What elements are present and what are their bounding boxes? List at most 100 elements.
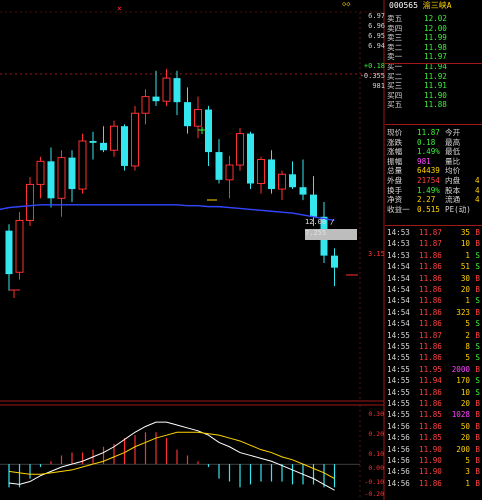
tick-volume: 2000 bbox=[451, 364, 470, 374]
tick-direction: B bbox=[475, 456, 480, 465]
candle-body-up bbox=[257, 158, 265, 185]
tick-volume: 3 bbox=[465, 467, 470, 477]
quote-label-2: 均价 bbox=[445, 166, 461, 176]
tick-direction: B bbox=[475, 410, 480, 420]
tick-volume: 30 bbox=[460, 273, 470, 283]
candle-body-up bbox=[162, 77, 171, 102]
tick-price: 11.95 bbox=[419, 364, 442, 374]
quote-label-2: 股本 bbox=[445, 185, 461, 195]
tick-time: 14:54 bbox=[387, 273, 410, 283]
tick-price: 11.86 bbox=[419, 319, 442, 329]
candle-body-down bbox=[89, 140, 97, 143]
tick-time: 14:56 bbox=[387, 444, 410, 454]
candle-body-up bbox=[278, 173, 286, 190]
tick-time: 14:54 bbox=[387, 285, 410, 294]
tick-row[interactable]: 14:55 11.86 8 S bbox=[387, 342, 482, 352]
osc-dif-line bbox=[8, 421, 335, 491]
order-book-price: 11.88 bbox=[424, 100, 447, 110]
order-book-row[interactable]: 卖四 12.00 bbox=[387, 24, 482, 34]
tick-row[interactable]: 14:56 11.86 1 B bbox=[387, 479, 482, 489]
ma-polyline bbox=[0, 204, 335, 222]
quote-label-2: 内盘 bbox=[445, 176, 461, 185]
candle-body-down bbox=[247, 133, 254, 184]
tick-price: 11.90 bbox=[419, 444, 442, 454]
price-scale-label: 981 bbox=[372, 82, 385, 90]
quote-label: 涨跌 bbox=[387, 137, 403, 147]
candle-body-down bbox=[121, 126, 128, 166]
tick-row[interactable]: 14:54 11.86 1 S bbox=[387, 296, 482, 306]
quote-value: 1.49% bbox=[417, 185, 440, 195]
tick-row[interactable]: 14:55 11.95 2000 B bbox=[387, 365, 482, 375]
candle-body-up bbox=[225, 164, 234, 181]
tick-volume: 20 bbox=[460, 433, 470, 443]
tick-price: 11.86 bbox=[419, 307, 442, 317]
tick-direction: B bbox=[475, 285, 480, 294]
tick-row[interactable]: 14:55 11.85 1028 B bbox=[387, 410, 482, 420]
tick-direction: B bbox=[475, 421, 480, 431]
order-book-price: 11.98 bbox=[424, 42, 447, 52]
tick-row[interactable]: 14:56 11.90 200 B bbox=[387, 445, 482, 455]
quote-label-2: 流通 bbox=[445, 195, 461, 205]
tick-row[interactable]: 14:54 11.86 5 S bbox=[387, 319, 482, 329]
candle-body-down bbox=[184, 102, 191, 127]
tick-time: 14:54 bbox=[387, 319, 410, 329]
order-book-row[interactable]: 卖三 11.99 bbox=[387, 33, 482, 43]
quote-label: 总量 bbox=[387, 166, 403, 176]
tick-row[interactable]: 14:54 11.86 30 B bbox=[387, 274, 482, 284]
candle-body-down bbox=[215, 152, 223, 180]
price-scale-label: 6.95 bbox=[368, 32, 385, 40]
osc-scale-label: -0.10 bbox=[364, 478, 384, 486]
tick-row[interactable]: 14:55 11.86 20 B bbox=[387, 399, 482, 409]
small-price-label: 3.15 bbox=[368, 250, 385, 258]
order-book-row[interactable]: 卖一 11.97 bbox=[387, 52, 482, 62]
tick-price: 11.86 bbox=[419, 262, 442, 272]
window-controls-icon[interactable]: ◇◇ bbox=[342, 0, 350, 8]
tick-row[interactable]: 14:56 11.90 5 B bbox=[387, 456, 482, 466]
quote-label: 涨幅 bbox=[387, 147, 403, 157]
order-book-row[interactable]: 买五 11.88 bbox=[387, 100, 482, 110]
tick-time: 14:53 bbox=[387, 239, 410, 249]
moving-average-line bbox=[0, 204, 335, 222]
tick-row[interactable]: 14:53 11.87 10 B bbox=[387, 239, 482, 249]
tick-row[interactable]: 14:55 11.86 10 S bbox=[387, 388, 482, 398]
tick-row[interactable]: 14:55 11.87 2 B bbox=[387, 331, 482, 341]
top-marker-icon: × bbox=[117, 4, 122, 13]
tick-row[interactable]: 14:55 11.86 5 S bbox=[387, 353, 482, 363]
quote-value: 0.515 bbox=[417, 204, 440, 214]
candle-body-down bbox=[152, 96, 160, 102]
osc-dea-line bbox=[8, 431, 335, 480]
tick-row[interactable]: 14:56 11.86 50 B bbox=[387, 422, 482, 432]
tick-price: 11.86 bbox=[419, 399, 442, 408]
tick-row[interactable]: 14:53 11.87 35 B bbox=[387, 228, 482, 238]
quote-label-2: 今开 bbox=[445, 128, 461, 137]
tick-price: 11.87 bbox=[419, 239, 442, 249]
tick-row[interactable]: 14:54 11.86 51 S bbox=[387, 262, 482, 272]
tick-direction: S bbox=[475, 319, 480, 329]
candle-body-up bbox=[36, 160, 45, 185]
tick-direction: B bbox=[475, 273, 480, 283]
tick-time: 14:55 bbox=[387, 330, 410, 340]
candle-body-down bbox=[205, 109, 212, 153]
tick-time: 14:56 bbox=[387, 421, 410, 431]
price-scale-label: 6.94 bbox=[368, 42, 385, 50]
order-book-row[interactable]: 买二 11.92 bbox=[387, 72, 482, 82]
tick-price: 11.86 bbox=[419, 353, 442, 363]
tick-time: 14:56 bbox=[387, 456, 410, 465]
tick-row[interactable]: 14:54 11.86 20 B bbox=[387, 285, 482, 295]
tick-row[interactable]: 14:54 11.86 323 B bbox=[387, 308, 482, 318]
tick-time: 14:53 bbox=[387, 228, 410, 237]
tick-time: 14:53 bbox=[387, 250, 410, 260]
tick-row[interactable]: 14:53 11.86 1 S bbox=[387, 251, 482, 261]
quote-value: 1.49% bbox=[417, 147, 440, 157]
tick-row[interactable]: 14:55 11.94 170 S bbox=[387, 376, 482, 386]
tick-row[interactable]: 14:56 11.90 3 B bbox=[387, 467, 482, 477]
candle-body-up bbox=[26, 183, 34, 221]
order-book-row[interactable]: 买三 11.91 bbox=[387, 81, 482, 91]
candle-body-up bbox=[131, 112, 139, 167]
order-book-row[interactable]: 买四 11.90 bbox=[387, 91, 482, 101]
order-book-row[interactable]: 卖二 11.98 bbox=[387, 43, 482, 53]
osc-scale-label: -0.20 bbox=[364, 490, 384, 498]
tick-row[interactable]: 14:56 11.85 20 B bbox=[387, 433, 482, 443]
order-book-row[interactable]: 卖五 12.02 bbox=[387, 14, 482, 24]
candle-body-up bbox=[194, 109, 202, 127]
